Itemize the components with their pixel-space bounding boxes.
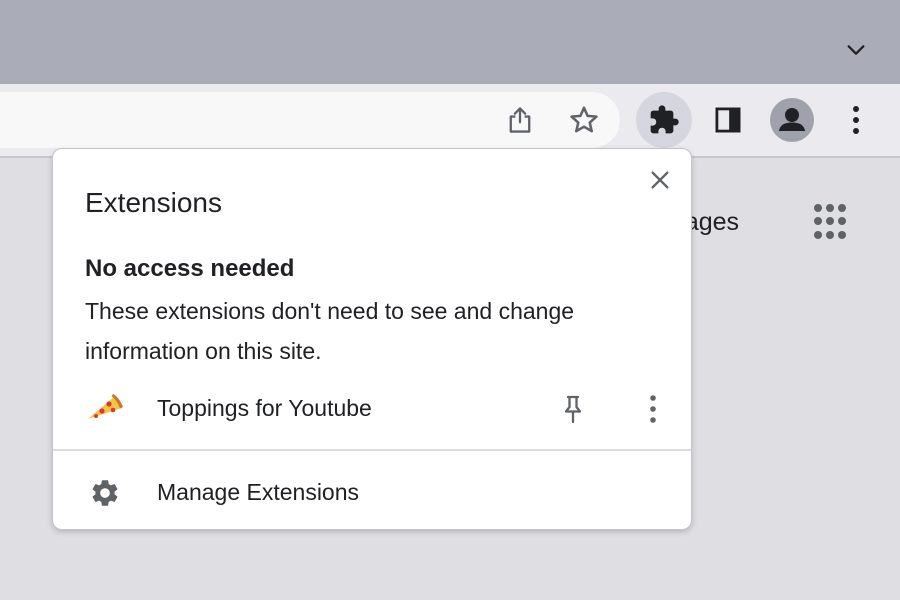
section-heading: No access needed xyxy=(85,255,295,282)
extension-row[interactable]: Toppings for Youtube xyxy=(53,383,691,433)
extensions-popup: Extensions No access needed These extens… xyxy=(52,148,692,530)
puzzle-icon xyxy=(650,105,679,134)
popup-divider xyxy=(53,449,691,451)
more-vert-icon xyxy=(650,395,656,423)
tab-search-button[interactable] xyxy=(842,36,870,64)
extensions-button[interactable] xyxy=(636,92,692,148)
side-panel-button[interactable] xyxy=(706,98,750,142)
pin-button[interactable] xyxy=(553,389,593,429)
manage-extensions-label: Manage Extensions xyxy=(157,479,360,505)
tab-strip xyxy=(0,0,900,84)
popup-title: Extensions xyxy=(85,187,222,218)
section-description: These extensions don't need to see and c… xyxy=(85,298,575,364)
pin-icon xyxy=(564,395,582,424)
gear-icon xyxy=(92,480,118,506)
extension-more-button[interactable] xyxy=(633,389,673,429)
share-icon xyxy=(509,107,531,133)
browser-menu-button[interactable] xyxy=(834,98,878,142)
manage-extensions-button[interactable]: Manage Extensions xyxy=(53,467,691,517)
popup-close-button[interactable] xyxy=(643,163,677,197)
star-outline-icon xyxy=(570,106,598,133)
bookmark-button[interactable] xyxy=(562,98,606,142)
close-icon xyxy=(651,171,669,189)
chevron-down-icon xyxy=(847,45,865,55)
side-panel-icon xyxy=(715,107,741,133)
pizza-slice-icon xyxy=(88,394,123,419)
more-vert-icon xyxy=(853,106,859,134)
profile-button[interactable] xyxy=(770,98,814,142)
avatar-icon xyxy=(779,108,805,131)
apps-grid-icon[interactable] xyxy=(814,204,850,240)
extension-name: Toppings for Youtube xyxy=(157,395,372,421)
share-button[interactable] xyxy=(498,98,542,142)
